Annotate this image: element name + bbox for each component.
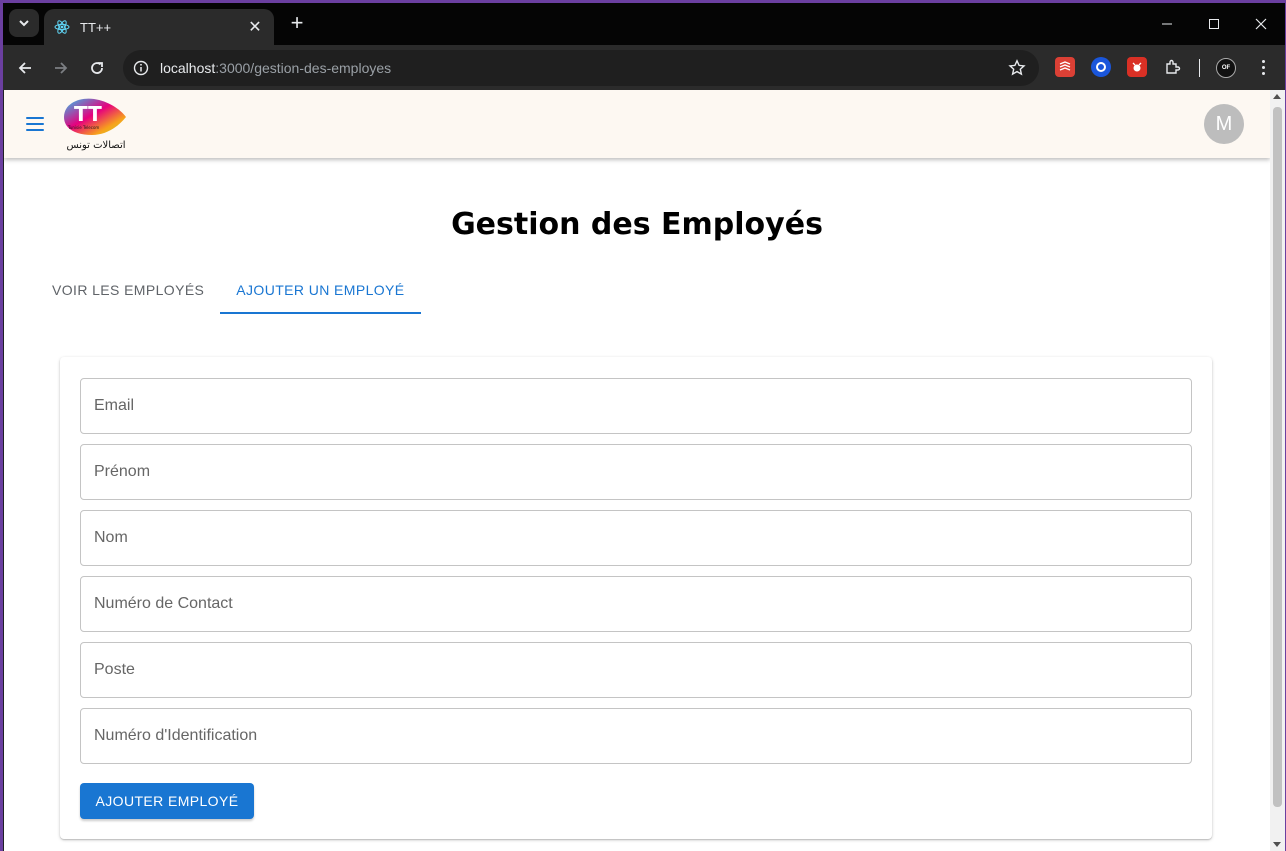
logo-arabic-text: اتصالات تونس [66, 140, 126, 151]
close-icon [1255, 18, 1267, 30]
poste-input[interactable] [81, 643, 1191, 697]
add-employee-form: AJOUTER EMPLOYÉ [60, 357, 1212, 839]
tab-ajouter-employe[interactable]: AJOUTER UN EMPLOYÉ [220, 266, 421, 314]
nom-field[interactable] [80, 510, 1192, 566]
back-button[interactable] [11, 54, 39, 82]
todoist-extension-icon[interactable] [1055, 57, 1075, 77]
email-field[interactable] [80, 378, 1192, 434]
employee-tabs: VOIR LES EMPLOYÉS AJOUTER UN EMPLOYÉ [36, 266, 421, 314]
page-viewport: TT Tunisie Telecom اتصالات تونس M Gestio… [4, 90, 1270, 851]
toolbar-divider [1199, 59, 1200, 77]
tab-title: TT++ [80, 19, 112, 35]
logo-text: TT [74, 102, 102, 126]
address-bar[interactable]: localhost:3000/gestion-des-employes [123, 50, 1039, 86]
arrow-left-icon [18, 62, 31, 74]
poste-field[interactable] [80, 642, 1192, 698]
maximize-button[interactable] [1199, 11, 1229, 37]
reload-icon [91, 62, 103, 74]
url-host: localhost [160, 60, 216, 76]
arrow-right-icon [55, 62, 68, 74]
reload-button[interactable] [83, 54, 111, 82]
browser-window: TT++ ✕ + localhost:3000/gestion-des-empl… [3, 3, 1285, 851]
bug-extension-icon[interactable] [1127, 57, 1147, 77]
bookmark-star-icon[interactable] [1007, 58, 1027, 78]
url-path: :3000/gestion-des-employes [215, 60, 392, 76]
scroll-thumb[interactable] [1273, 107, 1282, 807]
close-window-button[interactable] [1246, 11, 1276, 37]
info-icon[interactable] [131, 58, 151, 78]
close-tab-icon[interactable]: ✕ [246, 17, 264, 37]
of-extension-icon[interactable]: OF [1216, 58, 1236, 78]
react-icon [54, 19, 70, 35]
scroll-up-arrow-icon[interactable] [1273, 94, 1281, 99]
add-employee-button[interactable]: AJOUTER EMPLOYÉ [80, 783, 254, 819]
tab-strip: TT++ ✕ + [3, 3, 1285, 45]
tab-search-button[interactable] [9, 9, 39, 37]
nom-input[interactable] [81, 511, 1191, 565]
minimize-button[interactable] [1152, 11, 1182, 37]
scroll-down-arrow-icon[interactable] [1273, 842, 1281, 847]
new-tab-button[interactable]: + [285, 12, 309, 36]
tab-voir-employes[interactable]: VOIR LES EMPLOYÉS [36, 266, 220, 314]
page-title: Gestion des Employés [451, 207, 823, 242]
circle-extension-icon[interactable] [1091, 57, 1111, 77]
forward-button[interactable] [47, 54, 75, 82]
avatar[interactable]: M [1204, 104, 1244, 144]
prenom-field[interactable] [80, 444, 1192, 500]
page-scrollbar[interactable] [1270, 90, 1285, 851]
id-number-input[interactable] [81, 709, 1191, 763]
browser-tab[interactable]: TT++ ✕ [44, 9, 274, 45]
app-bar: TT Tunisie Telecom اتصالات تونس M [4, 90, 1270, 158]
browser-toolbar: localhost:3000/gestion-des-employes OF [3, 45, 1285, 90]
puzzle-extensions-icon[interactable] [1163, 57, 1183, 77]
hamburger-menu-icon[interactable] [24, 115, 46, 133]
contact-number-input[interactable] [81, 577, 1191, 631]
browser-menu-icon[interactable] [1253, 57, 1273, 77]
maximize-icon [1209, 19, 1219, 29]
url-text[interactable]: localhost:3000/gestion-des-employes [160, 60, 391, 76]
contact-number-field[interactable] [80, 576, 1192, 632]
id-number-field[interactable] [80, 708, 1192, 764]
prenom-input[interactable] [81, 445, 1191, 499]
chevron-down-icon [19, 20, 29, 27]
email-input[interactable] [81, 379, 1191, 433]
logo-small-text: Tunisie Telecom [67, 125, 99, 130]
minimize-icon [1162, 23, 1172, 25]
